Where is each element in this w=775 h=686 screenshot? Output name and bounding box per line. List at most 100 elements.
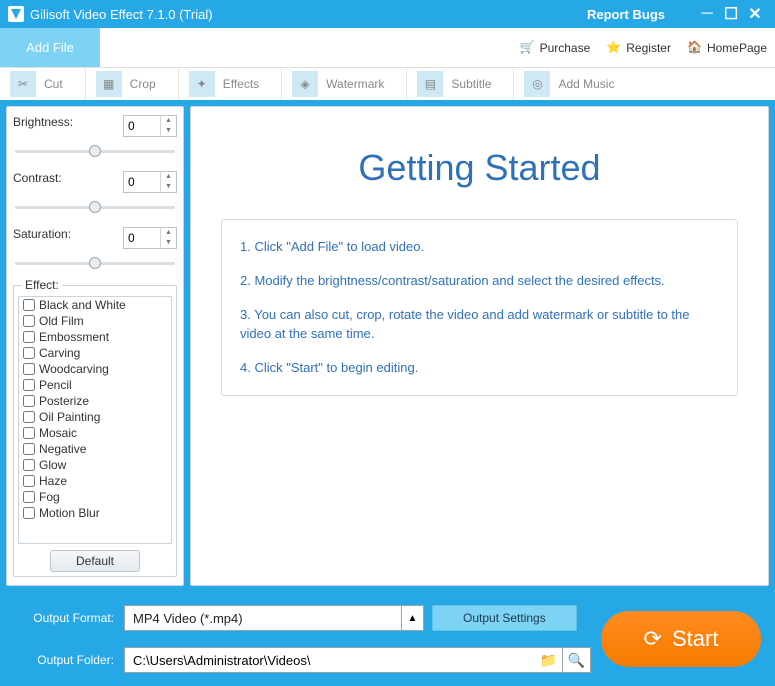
tab-subtitle[interactable]: ▤Subtitle [407, 68, 514, 100]
brightness-spinner[interactable]: ▲▼ [123, 115, 177, 137]
effect-checkbox[interactable] [23, 315, 35, 327]
default-button[interactable]: Default [50, 550, 140, 572]
effect-list[interactable]: Black and WhiteOld FilmEmbossmentCarving… [18, 296, 172, 544]
homepage-link[interactable]: 🏠 HomePage [679, 28, 775, 67]
effect-checkbox[interactable] [23, 475, 35, 487]
saturation-down-icon[interactable]: ▼ [161, 238, 176, 248]
main-area: Brightness: ▲▼ Contrast: ▲▼ Saturation: … [0, 100, 775, 592]
effect-checkbox[interactable] [23, 443, 35, 455]
effect-item-label: Embossment [39, 330, 109, 344]
effect-item[interactable]: Fog [19, 489, 171, 505]
effect-item[interactable]: Haze [19, 473, 171, 489]
effect-item[interactable]: Carving [19, 345, 171, 361]
effect-item-label: Motion Blur [39, 506, 100, 520]
crop-icon: ▦ [96, 71, 122, 97]
brightness-input[interactable] [124, 116, 160, 136]
effect-checkbox[interactable] [23, 331, 35, 343]
output-format-combobox[interactable]: MP4 Video (*.mp4) ▲ [124, 605, 424, 631]
saturation-input[interactable] [124, 228, 160, 248]
effect-checkbox[interactable] [23, 491, 35, 503]
add-file-button[interactable]: Add File [0, 28, 100, 67]
content-panel: Getting Started 1. Click "Add File" to l… [190, 106, 769, 586]
register-label: Register [626, 41, 671, 55]
report-bugs-link[interactable]: Report Bugs [587, 7, 665, 22]
purchase-label: Purchase [540, 41, 591, 55]
effect-fieldset: Effect: Black and WhiteOld FilmEmbossmen… [13, 285, 177, 577]
effect-checkbox[interactable] [23, 411, 35, 423]
effect-checkbox[interactable] [23, 299, 35, 311]
output-folder-label: Output Folder: [14, 653, 114, 667]
effect-item-label: Posterize [39, 394, 89, 408]
close-button[interactable]: ✕ [743, 4, 767, 24]
effect-checkbox[interactable] [23, 363, 35, 375]
maximize-button[interactable]: ☐ [719, 4, 743, 24]
contrast-up-icon[interactable]: ▲ [161, 172, 176, 182]
contrast-slider[interactable] [15, 199, 175, 217]
titlebar: Gilisoft Video Effect 7.1.0 (Trial) Repo… [0, 0, 775, 28]
effect-checkbox[interactable] [23, 427, 35, 439]
tab-bar: ✂Cut ▦ Crop ✦Effects ◈Watermark ▤Subtitle… [0, 68, 775, 100]
scissors-icon: ✂ [10, 71, 36, 97]
minimize-button[interactable]: ─ [695, 5, 719, 23]
effect-item-label: Mosaic [39, 426, 77, 440]
effect-item[interactable]: Posterize [19, 393, 171, 409]
folder-icon[interactable]: 📁 [535, 647, 563, 673]
music-icon: ◎ [524, 71, 550, 97]
app-icon [8, 6, 24, 22]
tab-crop-label: Crop [130, 77, 156, 91]
search-folder-icon[interactable]: 🔍 [563, 647, 591, 673]
home-icon: 🏠 [687, 40, 703, 56]
effect-checkbox[interactable] [23, 347, 35, 359]
effect-item[interactable]: Old Film [19, 313, 171, 329]
effect-item[interactable]: Oil Painting [19, 409, 171, 425]
contrast-input[interactable] [124, 172, 160, 192]
effect-item[interactable]: Black and White [19, 297, 171, 313]
effect-item[interactable]: Motion Blur [19, 505, 171, 521]
contrast-spinner[interactable]: ▲▼ [123, 171, 177, 193]
dropdown-arrow-icon[interactable]: ▲ [401, 606, 423, 630]
brightness-label: Brightness: [13, 115, 83, 129]
saturation-slider[interactable] [15, 255, 175, 273]
purchase-link[interactable]: 🛒 Purchase [512, 28, 599, 67]
effect-item-label: Negative [39, 442, 86, 456]
tab-cut[interactable]: ✂Cut [0, 68, 86, 100]
effect-item[interactable]: Pencil [19, 377, 171, 393]
output-folder-input[interactable] [124, 647, 535, 673]
brightness-slider[interactable] [15, 143, 175, 161]
homepage-label: HomePage [707, 41, 767, 55]
contrast-label: Contrast: [13, 171, 83, 185]
brightness-row: Brightness: ▲▼ [13, 115, 177, 137]
saturation-up-icon[interactable]: ▲ [161, 228, 176, 238]
app-title: Gilisoft Video Effect 7.1.0 (Trial) [30, 7, 213, 22]
saturation-row: Saturation: ▲▼ [13, 227, 177, 249]
tab-add-music-label: Add Music [558, 77, 614, 91]
effect-item-label: Oil Painting [39, 410, 100, 424]
brightness-down-icon[interactable]: ▼ [161, 126, 176, 136]
contrast-down-icon[interactable]: ▼ [161, 182, 176, 192]
effect-item[interactable]: Embossment [19, 329, 171, 345]
tab-crop[interactable]: ▦ Crop [86, 68, 179, 100]
tab-effects[interactable]: ✦Effects [179, 68, 282, 100]
effect-checkbox[interactable] [23, 507, 35, 519]
tab-watermark[interactable]: ◈Watermark [282, 68, 407, 100]
effect-checkbox[interactable] [23, 379, 35, 391]
effect-item[interactable]: Negative [19, 441, 171, 457]
effect-item-label: Glow [39, 458, 66, 472]
toolbar: Add File 🛒 Purchase ⭐ Register 🏠 HomePag… [0, 28, 775, 68]
tab-add-music[interactable]: ◎ Add Music [514, 68, 636, 100]
start-button[interactable]: ⟳ Start [601, 611, 761, 667]
effect-checkbox[interactable] [23, 459, 35, 471]
brightness-up-icon[interactable]: ▲ [161, 116, 176, 126]
bottom-bar: Output Format: MP4 Video (*.mp4) ▲ Outpu… [0, 592, 775, 686]
output-format-value: MP4 Video (*.mp4) [125, 611, 401, 626]
output-settings-button[interactable]: Output Settings [432, 605, 577, 631]
effect-item[interactable]: Glow [19, 457, 171, 473]
register-link[interactable]: ⭐ Register [598, 28, 679, 67]
effect-item[interactable]: Mosaic [19, 425, 171, 441]
effect-checkbox[interactable] [23, 395, 35, 407]
saturation-spinner[interactable]: ▲▼ [123, 227, 177, 249]
effect-item[interactable]: Woodcarving [19, 361, 171, 377]
effect-legend: Effect: [22, 278, 62, 292]
step-3: 3. You can also cut, crop, rotate the vi… [240, 306, 719, 342]
effect-item-label: Black and White [39, 298, 126, 312]
